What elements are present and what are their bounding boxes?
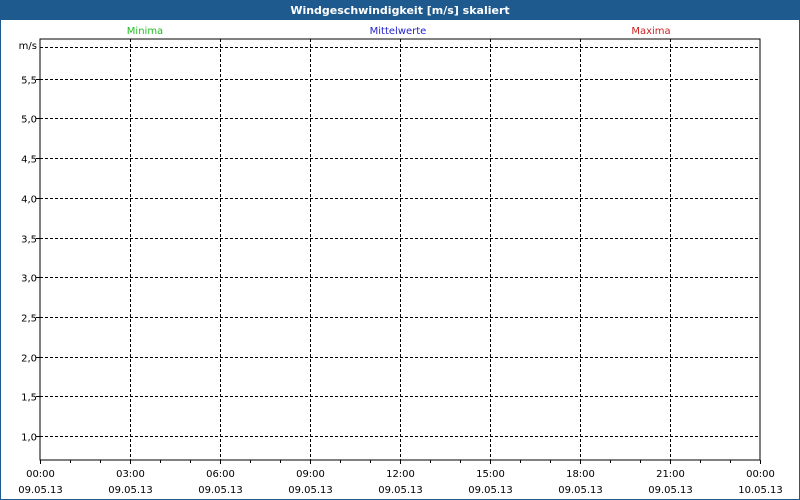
chart-svg: Minima Mittelwerte Maxima m/s 1,0 1,5 2,0 2,5… xyxy=(18,26,783,496)
y-tick-label: 5,5 xyxy=(21,76,37,87)
x-tick-time: 09:00 xyxy=(296,469,325,480)
x-tick-date: 09.05.13 xyxy=(378,485,423,496)
x-tick-time: 12:00 xyxy=(386,469,415,480)
x-tick-time: 00:00 xyxy=(746,469,775,480)
x-tick-date: 09.05.13 xyxy=(198,485,243,496)
x-tick-time: 03:00 xyxy=(116,469,145,480)
legend-entry: Maxima xyxy=(631,26,670,37)
x-ticks: 00:00 09.05.13 03:00 09.05.13 06:00 09.05.13 0… xyxy=(18,460,783,496)
y-tick-label: 2,0 xyxy=(21,354,37,365)
x-tick-date: 09.05.13 xyxy=(648,485,693,496)
x-tick-date: 09.05.13 xyxy=(108,485,153,496)
x-tick-time: 15:00 xyxy=(476,469,505,480)
legend-entry: Mittelwerte xyxy=(370,26,427,37)
x-tick-date: 09.05.13 xyxy=(468,485,513,496)
y-tick-label: 3,0 xyxy=(21,274,37,285)
x-tick-date: 09.05.13 xyxy=(558,485,603,496)
legend-entry: Minima xyxy=(127,26,163,37)
y-tick-label: 5,0 xyxy=(21,115,37,126)
x-tick-time: 00:00 xyxy=(26,469,55,480)
y-ticks: 1,0 1,5 2,0 2,5 3,0 3,5 4,0 4,5 5,0 5,5 xyxy=(21,76,40,444)
y-tick-label: 4,5 xyxy=(21,155,37,166)
legend: Minima Mittelwerte Maxima xyxy=(127,26,671,37)
grid xyxy=(40,39,760,460)
x-tick-time: 18:00 xyxy=(566,469,595,480)
x-tick-date: 09.05.13 xyxy=(288,485,333,496)
x-tick-time: 21:00 xyxy=(656,469,685,480)
y-tick-label: 1,0 xyxy=(21,433,37,444)
y-tick-label: 4,0 xyxy=(21,195,37,206)
y-axis-label: m/s xyxy=(19,41,37,52)
y-tick-label: 3,5 xyxy=(21,235,37,246)
y-tick-label: 1,5 xyxy=(21,393,37,404)
x-tick-date: 10.05.13 xyxy=(738,485,783,496)
x-tick-date: 09.05.13 xyxy=(18,485,63,496)
x-tick-time: 06:00 xyxy=(206,469,235,480)
y-tick-label: 2,5 xyxy=(21,314,37,325)
